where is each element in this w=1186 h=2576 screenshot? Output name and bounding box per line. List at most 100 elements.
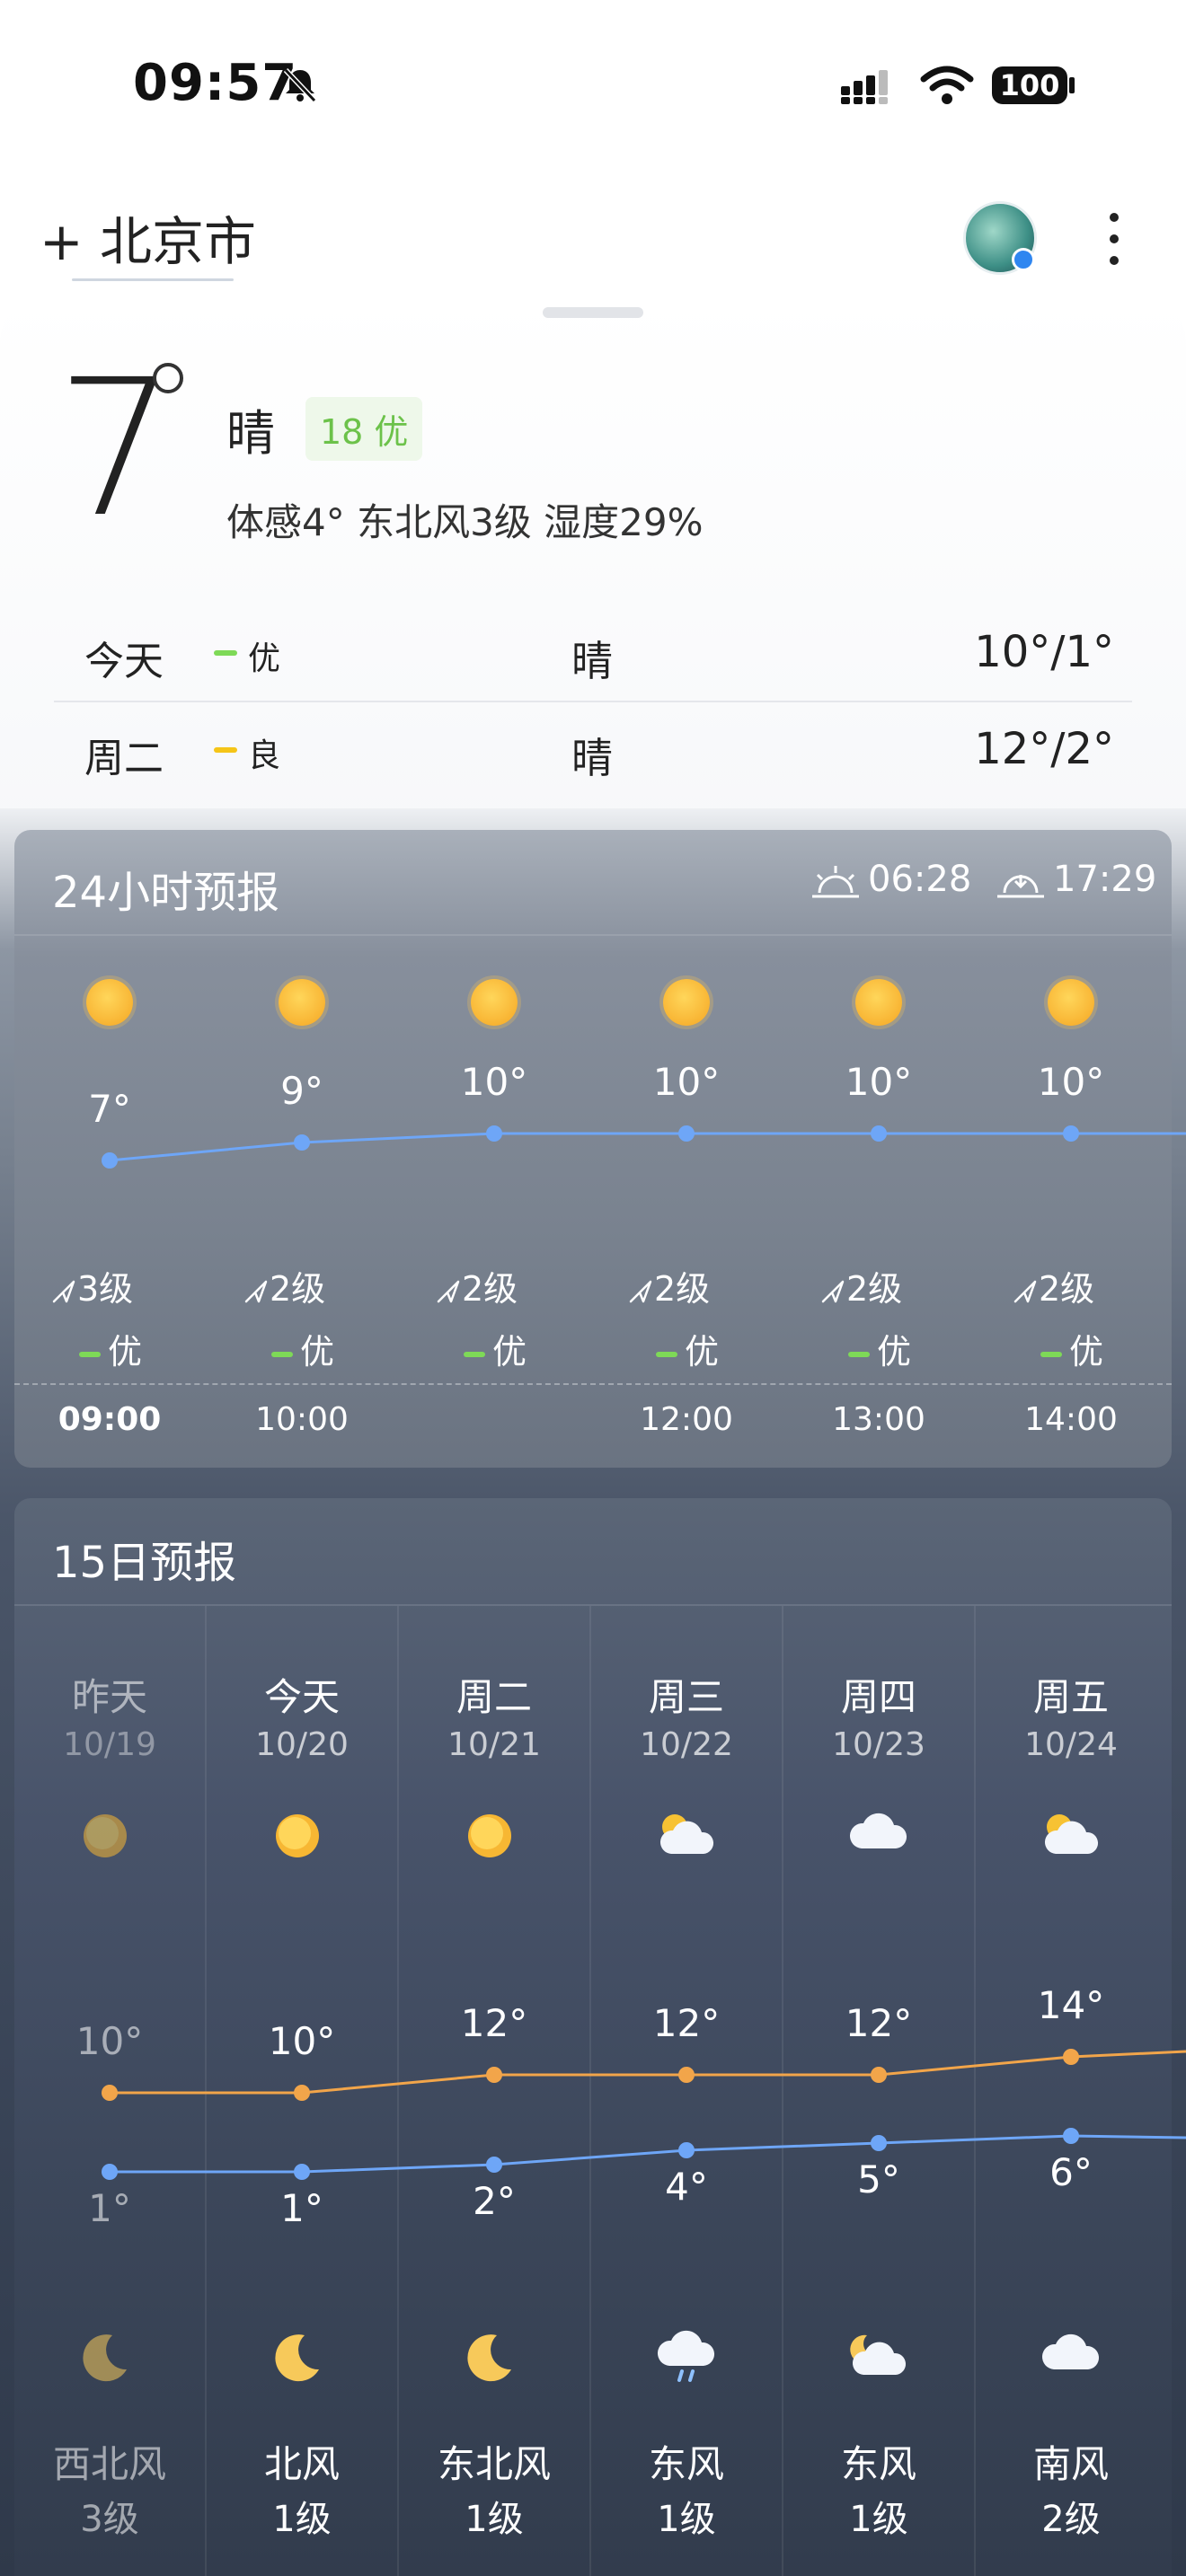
high-temp-point — [102, 2085, 118, 2101]
sun-icon — [855, 979, 902, 1026]
aqi-color-bar — [464, 1351, 485, 1357]
status-time: 09:57 — [133, 54, 298, 112]
high-temp-line — [110, 2050, 1186, 2095]
battery-indicator: 100 — [992, 66, 1067, 104]
high-temp-point — [678, 2067, 695, 2083]
hourly-aqi: 优 — [656, 1324, 719, 1373]
aqi-color-bar — [214, 650, 237, 656]
hourly-temp-point — [678, 1125, 695, 1142]
day-aqi: 良 — [248, 737, 281, 774]
hourly-wind: 3级 — [50, 1261, 133, 1310]
moon-icon — [78, 2330, 132, 2384]
daily-day: 今天 — [263, 1675, 340, 1719]
daily-day: 周四 — [840, 1675, 916, 1719]
sun-icon — [471, 979, 518, 1026]
drag-handle[interactable] — [543, 307, 643, 318]
hourly-wind: 2级 — [819, 1261, 902, 1310]
sun-icon — [663, 979, 710, 1026]
high-temp-point — [871, 2067, 887, 2083]
hourly-time: 13:00 — [832, 1401, 925, 1438]
wind-level: 2级 — [846, 1269, 903, 1309]
cloud-icon — [1040, 2330, 1102, 2375]
hourly-aqi: 优 — [79, 1324, 142, 1373]
more-menu-icon[interactable] — [1096, 203, 1132, 275]
low-temp-point — [1063, 2128, 1079, 2144]
add-city-button[interactable]: + 北京市 — [40, 199, 256, 275]
high-temp-point — [294, 2085, 310, 2101]
daily-date: 10/24 — [1024, 1726, 1118, 1763]
aqi-color-bar — [214, 747, 237, 753]
daily-date: 10/20 — [255, 1726, 349, 1763]
daily-day: 昨天 — [71, 1675, 147, 1719]
sun-icon — [78, 1809, 132, 1863]
battery-tip — [1069, 77, 1075, 93]
hourly-temp-chart — [102, 1125, 1186, 1169]
day-summary-row[interactable]: 周二 良 晴 12°/2° — [54, 708, 1132, 798]
bell-off-icon — [280, 65, 320, 104]
wifi-icon — [920, 65, 974, 106]
high-temp-point — [486, 2067, 502, 2083]
wind-level: 3级 — [77, 1269, 134, 1309]
sun-icon — [86, 979, 133, 1026]
daily-high: 14° — [1037, 1983, 1105, 2027]
hourly-time: 12:00 — [640, 1401, 733, 1438]
aqi-color-bar — [656, 1351, 677, 1357]
daily-wind: 南风 — [1032, 2442, 1109, 2486]
wind-direction-icon — [819, 1278, 846, 1305]
aqi-color-bar — [848, 1351, 870, 1357]
daily-wind: 东风 — [840, 2442, 916, 2486]
hourly-wind: 2级 — [1012, 1261, 1094, 1310]
moon-icon — [270, 2330, 324, 2384]
hourly-aqi-label: 优 — [300, 1332, 335, 1372]
hourly-wind: 2级 — [243, 1261, 325, 1310]
low-temp-point — [486, 2157, 502, 2173]
day-name: 今天 — [84, 639, 164, 684]
wind-direction-icon — [627, 1278, 654, 1305]
daily-wind-level: 1级 — [272, 2499, 332, 2540]
low-temp-point — [294, 2164, 310, 2180]
divider — [14, 934, 1172, 936]
sunset-icon — [994, 862, 1048, 902]
low-temp-point — [871, 2135, 887, 2151]
daily-wind: 北风 — [263, 2442, 340, 2486]
aqi-badge[interactable]: 18 优 — [305, 397, 423, 461]
moon-icon — [463, 2330, 517, 2384]
hourly-aqi-label: 优 — [108, 1332, 143, 1372]
wind-level: 2级 — [270, 1269, 326, 1309]
daily-wind-level: 1级 — [849, 2499, 908, 2540]
hourly-aqi: 优 — [1040, 1324, 1103, 1373]
degree-symbol — [153, 363, 183, 393]
hourly-time: 09:00 — [58, 1401, 162, 1438]
daily-date: 10/21 — [447, 1726, 541, 1763]
battery-level: 100 — [999, 68, 1060, 102]
hourly-temp-line — [109, 1132, 1186, 1162]
daily-temp-chart — [102, 2049, 1186, 2180]
cloud-icon — [847, 1809, 910, 1854]
wind-level: 2级 — [1039, 1269, 1095, 1309]
daily-wind-level: 2级 — [1041, 2499, 1101, 2540]
partly-cloudy-icon — [655, 1809, 718, 1859]
hourly-aqi: 优 — [848, 1324, 911, 1373]
hourly-time: 10:00 — [255, 1401, 349, 1438]
hourly-temp-point — [486, 1125, 502, 1142]
day-temps: 12°/2° — [974, 724, 1114, 774]
wind-level: 2级 — [462, 1269, 518, 1309]
hourly-temp-point — [871, 1125, 887, 1142]
wind-direction-icon — [435, 1278, 462, 1305]
daily-title: 15日预报 — [52, 1538, 237, 1588]
day-temps: 10°/1° — [974, 627, 1114, 677]
aqi-color-bar — [1040, 1351, 1062, 1357]
aqi-color-bar — [271, 1351, 293, 1357]
daily-date: 10/19 — [63, 1726, 156, 1763]
day-summary-row[interactable]: 今天 优 晴 10°/1° — [54, 611, 1132, 701]
hourly-temp-point — [102, 1152, 118, 1169]
daily-wind-level: 1级 — [465, 2499, 524, 2540]
daily-wind: 东北风 — [437, 2442, 551, 2486]
daily-day: 周二 — [456, 1675, 532, 1719]
wind-direction-icon — [243, 1278, 270, 1305]
daily-day: 周五 — [1032, 1675, 1109, 1719]
rain-cloud-icon — [655, 2330, 718, 2387]
current-condition: 晴 — [226, 405, 275, 462]
hourly-temp-point — [1063, 1125, 1079, 1142]
daily-date: 10/22 — [640, 1726, 733, 1763]
